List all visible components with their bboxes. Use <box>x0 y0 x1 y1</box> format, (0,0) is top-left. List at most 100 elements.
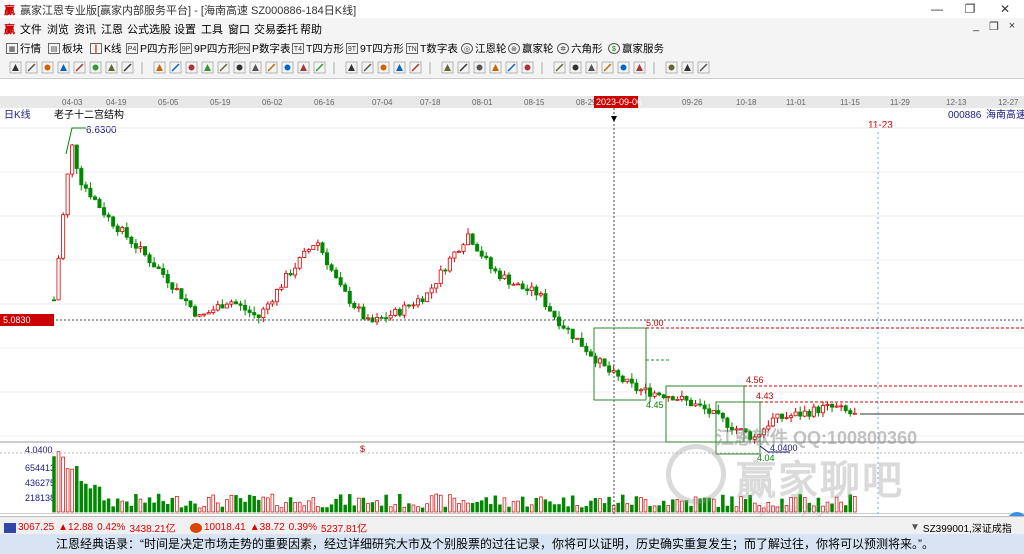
restore-button[interactable]: ❐ <box>955 0 985 18</box>
tool-glyph <box>75 63 84 72</box>
drawing-tool-icon[interactable] <box>73 61 86 74</box>
drawing-tool-icon[interactable] <box>297 61 310 74</box>
toolbar-hexagon-button[interactable]: ✲ 六角形 <box>557 40 603 56</box>
sz-index-segment[interactable]: 10018.41 ▲38.72 0.39% 5237.81亿 <box>190 520 367 535</box>
candle-body <box>265 303 270 310</box>
mdi-minimize-button[interactable]: _ <box>968 20 984 32</box>
mdi-restore-button[interactable]: ❐ <box>986 20 1002 33</box>
toolbar-sector-button[interactable]: ▤ 板块 <box>48 40 83 56</box>
drawing-tool-icon[interactable] <box>25 61 38 74</box>
tool-glyph <box>620 64 627 71</box>
drawing-tool-icon[interactable] <box>617 61 630 74</box>
drawing-tool-icon[interactable] <box>409 61 422 74</box>
menu-tools[interactable]: 工具 <box>201 21 223 37</box>
volume-bar <box>539 496 543 513</box>
volume-bar <box>498 504 502 513</box>
volume-bar <box>666 505 670 513</box>
toolbar-9p-square-button[interactable]: 9P 9P四方形 <box>180 40 238 56</box>
drawing-tool-icon[interactable] <box>441 61 454 74</box>
drawing-tool-icon[interactable] <box>345 61 358 74</box>
drawing-tool-icon[interactable] <box>505 61 518 74</box>
candle-body <box>83 184 88 189</box>
drawing-tool-icon[interactable] <box>665 61 678 74</box>
minimize-button[interactable]: — <box>922 0 952 18</box>
drawing-tool-icon[interactable] <box>361 61 374 74</box>
drawing-tool-icon[interactable] <box>377 61 390 74</box>
menu-gann[interactable]: 江恩 <box>101 21 123 37</box>
volume-bar <box>325 507 329 513</box>
drawing-tool-icon[interactable] <box>233 61 246 74</box>
drawing-tool-icon[interactable] <box>153 61 166 74</box>
menu-window[interactable]: 窗口 <box>228 21 250 37</box>
menu-settings[interactable]: 设置 <box>174 21 196 37</box>
volume-bar <box>143 502 147 513</box>
sh-index-segment[interactable]: 3067.25 ▲12.88 0.42% 3438.21亿 <box>4 520 176 535</box>
volume-bar <box>275 505 279 513</box>
volume-bar <box>252 496 256 513</box>
drawing-tool-icon[interactable] <box>217 61 230 74</box>
mdi-close-button[interactable]: × <box>1004 20 1020 32</box>
drawing-tool-icon[interactable] <box>9 61 22 74</box>
menu-browse[interactable]: 浏览 <box>47 21 69 37</box>
drawing-tool-icon[interactable] <box>697 61 710 74</box>
drawing-tool-icon[interactable] <box>105 61 118 74</box>
toolbar-p-square-button[interactable]: P4 P四方形 <box>126 40 179 56</box>
drawing-tool-icon[interactable] <box>169 61 182 74</box>
drawing-tool-icon[interactable] <box>57 61 70 74</box>
drawing-tools[interactable] <box>0 58 1024 78</box>
toolbar-quotes-button[interactable]: ▦ 行情 <box>6 40 41 56</box>
drawing-tool-icon[interactable] <box>601 61 614 74</box>
t-number-icon: TN <box>406 42 418 54</box>
sh-index-icon <box>4 522 16 533</box>
close-button[interactable]: ✕ <box>990 0 1020 18</box>
drawing-tool-icon[interactable] <box>633 61 646 74</box>
drawing-tool-icon[interactable] <box>521 61 534 74</box>
drawing-tool-icon[interactable] <box>201 61 214 74</box>
drawing-tool-icon[interactable] <box>185 61 198 74</box>
p-number-icon: PN <box>238 42 250 54</box>
toolbar-winner-service-button[interactable]: $ 赢家服务 <box>608 40 664 56</box>
drawing-tool-icon[interactable] <box>393 61 406 74</box>
candle-body <box>229 301 234 305</box>
volume-bar <box>93 484 97 513</box>
drawing-tool-icon[interactable] <box>313 61 326 74</box>
toolbar-p-number-button[interactable]: PN P数字表 <box>238 40 291 56</box>
drawing-tool-icon[interactable] <box>249 61 262 74</box>
drawing-tool-icon[interactable] <box>489 61 502 74</box>
drawing-tool-icon[interactable] <box>553 61 566 74</box>
menu-help[interactable]: 帮助 <box>300 21 322 37</box>
volume-bar <box>448 494 452 513</box>
watermark-software: 江恩软件 QQ:100800360 <box>716 428 918 448</box>
kline-chart-panel[interactable]: 日K线 老子十二宫结构 000886 海南高速 6.6300 11-23 5.0… <box>0 108 1024 532</box>
toolbar-winner-wheel-button[interactable]: ⊛ 赢家轮 <box>508 40 554 56</box>
menu-info[interactable]: 资讯 <box>74 21 96 37</box>
drawing-tool-icon[interactable] <box>569 61 582 74</box>
drawing-tool-icon[interactable] <box>681 61 694 74</box>
right-index-segment[interactable]: ▼ SZ399001,深证成指 <box>910 520 1012 535</box>
volume-bar <box>734 506 739 513</box>
menu-trade[interactable]: 交易委托 <box>254 21 298 37</box>
candle-body <box>106 214 111 218</box>
drawing-tool-icon[interactable] <box>457 61 470 74</box>
candle-body <box>220 304 225 309</box>
candle-body <box>711 410 716 414</box>
volume-bar <box>134 494 138 513</box>
sz-index-pct: 0.39% <box>288 522 317 533</box>
tool-glyph <box>444 64 451 71</box>
toolbar-t-square-button[interactable]: T4 T四方形 <box>292 40 344 56</box>
tool-glyph <box>204 64 211 71</box>
toolbar-kline-button[interactable]: ┃ K线 <box>90 40 122 56</box>
drawing-tool-icon[interactable] <box>473 61 486 74</box>
menu-file[interactable]: 文件 <box>20 21 42 37</box>
drawing-tool-icon[interactable] <box>41 61 54 74</box>
toolbar-gann-wheel-button[interactable]: ◎ 江恩轮 <box>461 40 507 56</box>
drawing-tool-icon[interactable] <box>585 61 598 74</box>
drawing-tool-icon[interactable] <box>281 61 294 74</box>
drawing-tool-icon[interactable] <box>121 61 134 74</box>
volume-bar <box>175 496 179 513</box>
toolbar-t-number-button[interactable]: TN T数字表 <box>406 40 458 56</box>
menu-formula[interactable]: 公式选股 <box>127 21 171 37</box>
toolbar-9t-square-button[interactable]: 9T 9T四方形 <box>346 40 404 56</box>
drawing-tool-icon[interactable] <box>89 61 102 74</box>
drawing-tool-icon[interactable] <box>265 61 278 74</box>
